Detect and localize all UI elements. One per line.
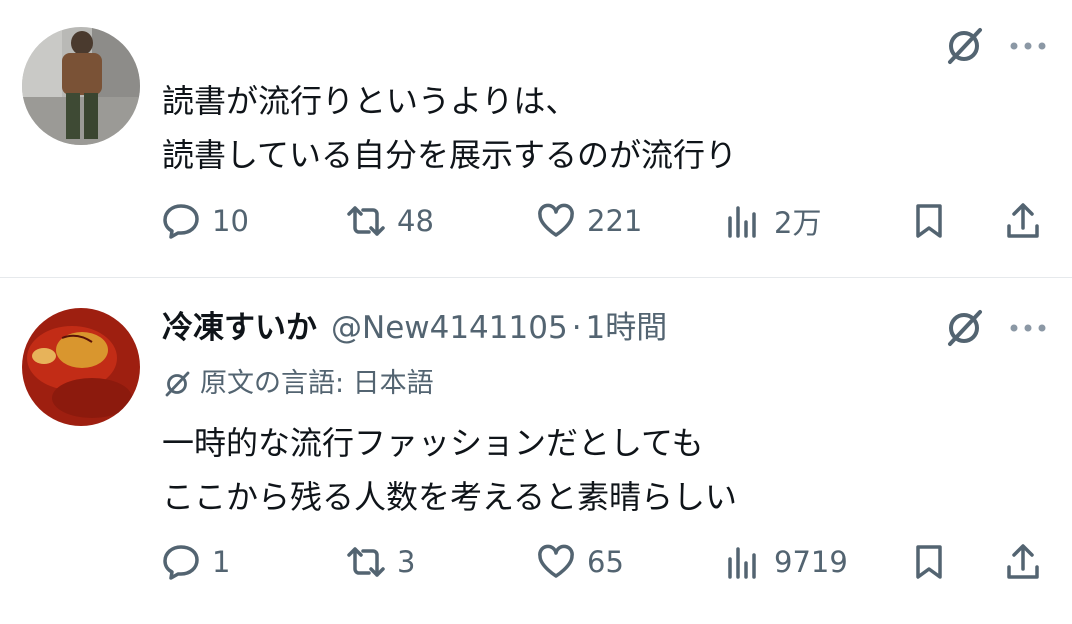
retweet-button[interactable]: 48 xyxy=(345,193,434,249)
retweet-arrows-icon xyxy=(347,547,385,577)
share-upload-icon xyxy=(1007,544,1039,579)
reply-button[interactable]: 10 xyxy=(160,193,249,249)
views-button[interactable]: 2万 xyxy=(722,193,821,249)
tweet-text: 読書が流行りというよりは、 読書している自分を展示するのが流行り xyxy=(162,74,737,182)
timestamp[interactable]: 1時間 xyxy=(586,310,668,346)
retweet-count: 48 xyxy=(397,204,434,238)
views-button[interactable]: 9719 xyxy=(722,534,848,590)
like-count: 221 xyxy=(587,204,643,238)
tweet-header: 冷凍すいか @New4141105 · 1時間 xyxy=(162,308,667,348)
bookmark-button[interactable] xyxy=(908,193,950,249)
retweet-arrows-icon xyxy=(347,206,385,236)
display-name[interactable]: 冷凍すいか xyxy=(162,310,317,346)
share-upload-icon xyxy=(1007,203,1039,238)
share-button[interactable] xyxy=(1002,534,1044,590)
bar-chart-icon xyxy=(728,206,756,238)
separator-dot: · xyxy=(571,310,582,346)
action-bar: 10 48 221 2万 xyxy=(0,193,1072,249)
bookmark-icon xyxy=(916,545,942,579)
action-bar: 1 3 65 9719 xyxy=(0,534,1072,590)
like-count: 65 xyxy=(587,545,624,579)
heart-icon xyxy=(538,544,574,578)
slashed-circle-icon xyxy=(165,371,190,397)
bookmark-icon xyxy=(916,204,942,238)
tweet-text-line: 一時的な流行ファッションだとしても xyxy=(162,424,704,462)
share-button[interactable] xyxy=(1002,193,1044,249)
bookmark-button[interactable] xyxy=(908,534,950,590)
retweet-button[interactable]: 3 xyxy=(345,534,415,590)
user-handle[interactable]: @New4141105 xyxy=(331,310,568,346)
language-indicator[interactable]: 原文の言語: 日本語 xyxy=(162,366,434,402)
tweet-text-line: 読書が流行りというよりは、 xyxy=(162,82,578,120)
grok-icon[interactable] xyxy=(942,306,1008,354)
language-label: 原文の言語: 日本語 xyxy=(200,368,434,399)
reply-count: 1 xyxy=(212,545,231,579)
reply-button[interactable]: 1 xyxy=(160,534,230,590)
like-button[interactable]: 65 xyxy=(535,534,624,590)
avatar[interactable] xyxy=(22,308,140,426)
tweet-text-line: 読書している自分を展示するのが流行り xyxy=(162,136,738,174)
retweet-count: 3 xyxy=(397,545,416,579)
like-button[interactable]: 221 xyxy=(535,193,642,249)
more-icon[interactable] xyxy=(1008,36,1048,60)
grok-icon[interactable] xyxy=(942,24,1008,72)
tweet-text: 一時的な流行ファッションだとしても ここから残る人数を考えると素晴らしい xyxy=(162,416,737,524)
views-count: 9719 xyxy=(774,545,848,579)
views-count: 2万 xyxy=(774,206,822,240)
tweet[interactable]: 読書が流行りというよりは、 読書している自分を展示するのが流行り 10 48 2… xyxy=(0,0,1072,277)
heart-icon xyxy=(538,203,574,237)
avatar[interactable] xyxy=(22,27,140,145)
bar-chart-icon xyxy=(728,547,756,579)
tweet[interactable]: 冷凍すいか @New4141105 · 1時間 原文の言語: 日本語 一時的な流行ファ… xyxy=(0,278,1072,624)
speech-bubble-icon xyxy=(163,204,199,239)
reply-count: 10 xyxy=(212,204,249,238)
more-icon[interactable] xyxy=(1008,318,1048,342)
tweet-text-line: ここから残る人数を考えると素晴らしい xyxy=(162,478,738,516)
speech-bubble-icon xyxy=(163,545,199,580)
